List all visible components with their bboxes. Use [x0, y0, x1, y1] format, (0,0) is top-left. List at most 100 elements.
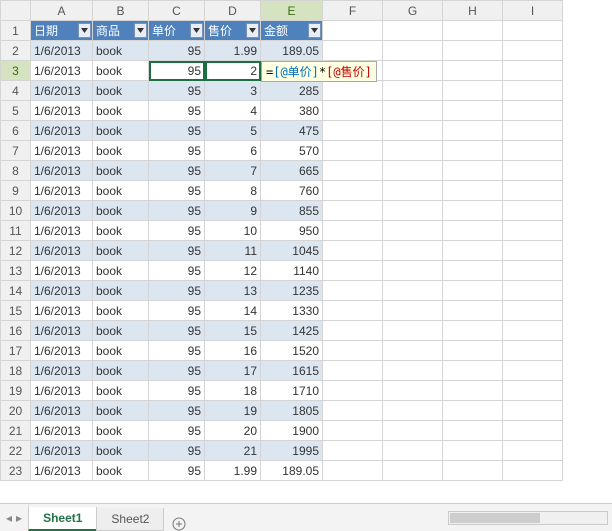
cell-G14[interactable] — [383, 281, 443, 301]
cell-E10[interactable]: 855 — [261, 201, 323, 221]
cell-F22[interactable] — [323, 441, 383, 461]
cell-A18[interactable]: 1/6/2013 — [31, 361, 93, 381]
cell-B17[interactable]: book — [93, 341, 149, 361]
cell-E18[interactable]: 1615 — [261, 361, 323, 381]
row-header-9[interactable]: 9 — [1, 181, 31, 201]
cell-G4[interactable] — [383, 81, 443, 101]
cell-H19[interactable] — [443, 381, 503, 401]
cell-F13[interactable] — [323, 261, 383, 281]
cell-E11[interactable]: 950 — [261, 221, 323, 241]
cell-C8[interactable]: 95 — [149, 161, 205, 181]
cell-H14[interactable] — [443, 281, 503, 301]
cell-F19[interactable] — [323, 381, 383, 401]
cell-I21[interactable] — [503, 421, 563, 441]
cell-C7[interactable]: 95 — [149, 141, 205, 161]
cell-A2[interactable]: 1/6/2013 — [31, 41, 93, 61]
cell-C15[interactable]: 95 — [149, 301, 205, 321]
cell-F2[interactable] — [323, 41, 383, 61]
cell-A23[interactable]: 1/6/2013 — [31, 461, 93, 481]
cell-I16[interactable] — [503, 321, 563, 341]
row-header-18[interactable]: 18 — [1, 361, 31, 381]
column-header-G[interactable]: G — [383, 1, 443, 21]
cell-H23[interactable] — [443, 461, 503, 481]
cell-G21[interactable] — [383, 421, 443, 441]
cell-B16[interactable]: book — [93, 321, 149, 341]
cell-E13[interactable]: 1140 — [261, 261, 323, 281]
cell-F17[interactable] — [323, 341, 383, 361]
cell-H15[interactable] — [443, 301, 503, 321]
tab-sheet2[interactable]: Sheet2 — [96, 508, 164, 531]
cell-E8[interactable]: 665 — [261, 161, 323, 181]
cell-G7[interactable] — [383, 141, 443, 161]
cell-B6[interactable]: book — [93, 121, 149, 141]
row-header-14[interactable]: 14 — [1, 281, 31, 301]
table-header-E[interactable]: 金额 — [261, 21, 323, 41]
cell-D11[interactable]: 10 — [205, 221, 261, 241]
cell-G3[interactable] — [383, 61, 443, 81]
cell-I20[interactable] — [503, 401, 563, 421]
cell-F7[interactable] — [323, 141, 383, 161]
cell-G11[interactable] — [383, 221, 443, 241]
cell-D19[interactable]: 18 — [205, 381, 261, 401]
cell-C4[interactable]: 95 — [149, 81, 205, 101]
cell-C18[interactable]: 95 — [149, 361, 205, 381]
cell-A14[interactable]: 1/6/2013 — [31, 281, 93, 301]
cell-I23[interactable] — [503, 461, 563, 481]
cell-I8[interactable] — [503, 161, 563, 181]
cell-H8[interactable] — [443, 161, 503, 181]
cell-E20[interactable]: 1805 — [261, 401, 323, 421]
cell-I4[interactable] — [503, 81, 563, 101]
cell-I12[interactable] — [503, 241, 563, 261]
cell-F11[interactable] — [323, 221, 383, 241]
cell-D20[interactable]: 19 — [205, 401, 261, 421]
cell-H10[interactable] — [443, 201, 503, 221]
select-all-corner[interactable] — [1, 1, 31, 21]
cell-A6[interactable]: 1/6/2013 — [31, 121, 93, 141]
cell-H11[interactable] — [443, 221, 503, 241]
cell-B2[interactable]: book — [93, 41, 149, 61]
cell-D16[interactable]: 15 — [205, 321, 261, 341]
cell-G12[interactable] — [383, 241, 443, 261]
cell-C10[interactable]: 95 — [149, 201, 205, 221]
cell-D22[interactable]: 21 — [205, 441, 261, 461]
cell-F20[interactable] — [323, 401, 383, 421]
cell-F21[interactable] — [323, 421, 383, 441]
row-header-23[interactable]: 23 — [1, 461, 31, 481]
cell-F23[interactable] — [323, 461, 383, 481]
cell-I9[interactable] — [503, 181, 563, 201]
cell-D8[interactable]: 7 — [205, 161, 261, 181]
cell-F10[interactable] — [323, 201, 383, 221]
cell-B7[interactable]: book — [93, 141, 149, 161]
cell-A9[interactable]: 1/6/2013 — [31, 181, 93, 201]
cell-D5[interactable]: 4 — [205, 101, 261, 121]
tab-nav-prev-icon[interactable]: ◂ — [6, 511, 12, 525]
cell-A15[interactable]: 1/6/2013 — [31, 301, 93, 321]
cell-E16[interactable]: 1425 — [261, 321, 323, 341]
row-header-20[interactable]: 20 — [1, 401, 31, 421]
cell-C16[interactable]: 95 — [149, 321, 205, 341]
cell-E6[interactable]: 475 — [261, 121, 323, 141]
row-header-13[interactable]: 13 — [1, 261, 31, 281]
row-header-10[interactable]: 10 — [1, 201, 31, 221]
cell-B14[interactable]: book — [93, 281, 149, 301]
cell-I7[interactable] — [503, 141, 563, 161]
cell-I10[interactable] — [503, 201, 563, 221]
cell-D9[interactable]: 8 — [205, 181, 261, 201]
cell-C23[interactable]: 95 — [149, 461, 205, 481]
cell-E21[interactable]: 1900 — [261, 421, 323, 441]
filter-dropdown-icon[interactable] — [246, 23, 259, 38]
column-header-H[interactable]: H — [443, 1, 503, 21]
cell-H17[interactable] — [443, 341, 503, 361]
cell-A20[interactable]: 1/6/2013 — [31, 401, 93, 421]
cell-I14[interactable] — [503, 281, 563, 301]
row-header-15[interactable]: 15 — [1, 301, 31, 321]
cell-A22[interactable]: 1/6/2013 — [31, 441, 93, 461]
cell-A16[interactable]: 1/6/2013 — [31, 321, 93, 341]
add-sheet-button[interactable] — [164, 517, 194, 531]
cell-E12[interactable]: 1045 — [261, 241, 323, 261]
cell-D2[interactable]: 1.99 — [205, 41, 261, 61]
column-header-A[interactable]: A — [31, 1, 93, 21]
cell-D13[interactable]: 12 — [205, 261, 261, 281]
cell-E4[interactable]: 285 — [261, 81, 323, 101]
cell-H22[interactable] — [443, 441, 503, 461]
